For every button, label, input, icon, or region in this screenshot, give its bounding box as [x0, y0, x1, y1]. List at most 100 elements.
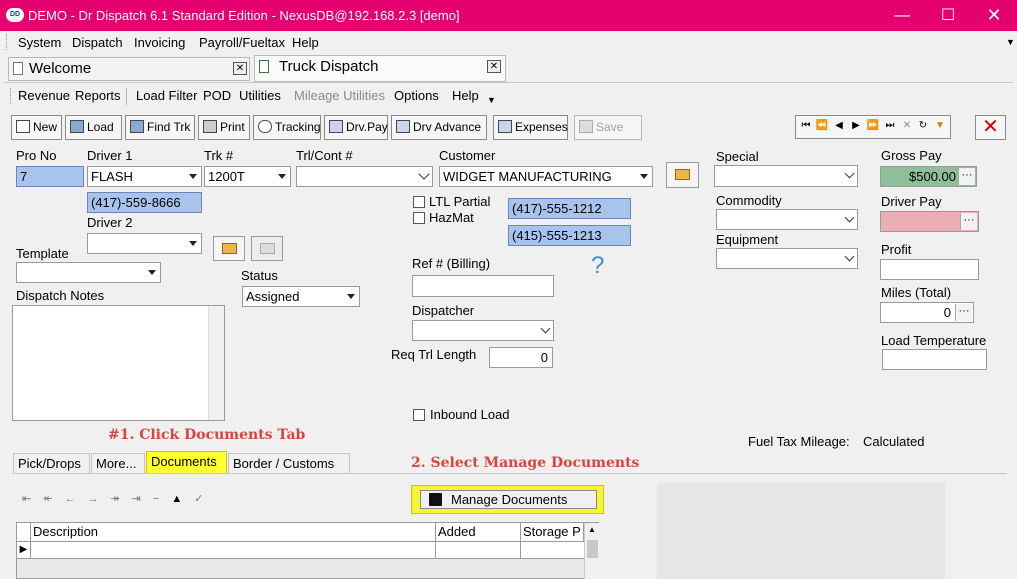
prior-page-doc-icon[interactable]: ↞: [43, 493, 64, 505]
edit-doc-icon[interactable]: ✓: [194, 493, 215, 505]
driver-pay-field[interactable]: ···: [880, 211, 979, 232]
email-driver-button[interactable]: [213, 236, 245, 261]
close-form-button[interactable]: ✕: [975, 115, 1006, 140]
ellipsis-button[interactable]: ···: [960, 213, 977, 230]
tab-more[interactable]: More...: [91, 453, 145, 474]
driver2-select[interactable]: [87, 233, 202, 254]
commodity-select[interactable]: [716, 209, 858, 230]
chevron-down-icon: [278, 174, 286, 179]
ellipsis-button[interactable]: ···: [955, 304, 972, 321]
last-record-icon[interactable]: ⏭: [883, 120, 897, 131]
menu-mileage-utilities[interactable]: Mileage Utilities: [294, 88, 385, 103]
menu-dispatch[interactable]: Dispatch: [72, 35, 123, 50]
menu-revenue[interactable]: Revenue: [18, 88, 70, 103]
maximize-icon[interactable]: ☐: [925, 0, 971, 31]
menu-payroll-fueltax[interactable]: Payroll/Fueltax: [199, 35, 285, 50]
prior-doc-icon[interactable]: ←: [64, 493, 87, 505]
load-button[interactable]: Load: [65, 115, 122, 140]
expenses-button[interactable]: Expenses: [493, 115, 568, 140]
next-page-icon[interactable]: ⏩: [866, 120, 880, 131]
prior-page-icon[interactable]: ⏪: [815, 120, 829, 131]
truck-select[interactable]: 1200T: [204, 166, 291, 187]
equipment-select[interactable]: [716, 248, 858, 269]
insert-doc-icon[interactable]: ▲: [171, 493, 194, 505]
ref-billing-field[interactable]: [412, 275, 554, 297]
first-record-icon[interactable]: ⏮: [799, 120, 813, 131]
next-record-icon[interactable]: ▶: [849, 120, 863, 131]
menu-utilities[interactable]: Utilities: [239, 88, 281, 103]
refresh-icon[interactable]: ↻: [916, 120, 930, 131]
documents-grid[interactable]: Description Added Storage P ▶ ▲: [16, 522, 599, 579]
status-select[interactable]: Assigned: [242, 286, 360, 307]
tracking-button[interactable]: Tracking: [253, 115, 321, 140]
manage-documents-button[interactable]: Manage Documents: [420, 490, 597, 509]
dispatch-notes-textarea[interactable]: [12, 305, 225, 421]
ltl-partial-checkbox[interactable]: [413, 196, 425, 208]
hazmat-checkbox[interactable]: [413, 212, 425, 224]
table-cell[interactable]: [521, 542, 584, 559]
ellipsis-button[interactable]: ···: [958, 168, 975, 185]
cancel-record-icon[interactable]: ✕: [900, 120, 914, 131]
tab-pick-drops[interactable]: Pick/Drops: [13, 453, 90, 474]
menu-overflow-icon[interactable]: ▼: [487, 95, 496, 105]
grid-scrollbar[interactable]: ▲: [584, 523, 599, 579]
tab-border-customs[interactable]: Border / Customs: [228, 453, 350, 474]
dispatcher-select[interactable]: [412, 320, 554, 341]
menu-grip: [6, 34, 8, 50]
menu-load-filter[interactable]: Load Filter: [136, 88, 197, 103]
help-icon[interactable]: ?: [591, 252, 604, 280]
grid-header-storage[interactable]: Storage P: [521, 523, 584, 542]
print-button[interactable]: Print: [198, 115, 250, 140]
first-doc-icon[interactable]: ⇤: [22, 493, 43, 505]
inbound-load-checkbox[interactable]: [413, 409, 425, 421]
tab-close-icon[interactable]: ✕: [487, 60, 501, 73]
menu-reports[interactable]: Reports: [75, 88, 121, 103]
menu-pod[interactable]: POD: [203, 88, 231, 103]
trailer-select[interactable]: [296, 166, 433, 187]
menu-system[interactable]: System: [18, 35, 61, 50]
table-row[interactable]: [31, 542, 436, 559]
drv-advance-button[interactable]: Drv Advance: [391, 115, 487, 140]
menu-overflow-icon[interactable]: ▼: [1006, 37, 1015, 47]
next-doc-icon[interactable]: →: [87, 493, 110, 505]
save-button[interactable]: Save: [574, 115, 642, 140]
close-icon[interactable]: ✕: [971, 0, 1017, 31]
tab-truck-dispatch[interactable]: Truck Dispatch ✕: [254, 55, 506, 82]
tab-welcome[interactable]: Welcome ✕: [8, 57, 250, 81]
menu-invoicing[interactable]: Invoicing: [134, 35, 185, 50]
new-button[interactable]: New: [11, 115, 62, 140]
scrollbar-thumb[interactable]: [587, 540, 598, 558]
miles-total-label: Miles (Total): [881, 285, 952, 300]
grid-header-added[interactable]: Added: [436, 523, 521, 542]
customer-select[interactable]: WIDGET MANUFACTURING: [439, 166, 653, 187]
gross-pay-field[interactable]: $500.00 ···: [880, 166, 977, 187]
template-select[interactable]: [16, 262, 161, 283]
scrollbar[interactable]: [208, 306, 224, 420]
tab-documents[interactable]: Documents: [146, 451, 227, 474]
prior-record-icon[interactable]: ◀: [832, 120, 846, 131]
message-driver-button[interactable]: [251, 236, 283, 261]
load-temperature-field[interactable]: [882, 349, 987, 370]
pro-no-field[interactable]: 7: [16, 166, 84, 187]
menu-help-2[interactable]: Help: [452, 88, 479, 103]
drv-pay-button[interactable]: Drv.Pay: [324, 115, 388, 140]
menu-options[interactable]: Options: [394, 88, 439, 103]
tab-close-icon[interactable]: ✕: [233, 62, 247, 75]
driver1-select[interactable]: FLASH: [87, 166, 202, 187]
chevron-up-icon[interactable]: ▲: [588, 525, 596, 534]
req-trl-length-field[interactable]: 0: [489, 347, 553, 368]
minimize-icon[interactable]: —: [879, 0, 925, 31]
table-cell[interactable]: [436, 542, 521, 559]
next-page-doc-icon[interactable]: ↠: [110, 493, 131, 505]
find-trk-button[interactable]: Find Trk: [125, 115, 195, 140]
menu-help[interactable]: Help: [292, 35, 319, 50]
delete-doc-icon[interactable]: −: [153, 493, 171, 505]
last-doc-icon[interactable]: ⇥: [132, 493, 153, 505]
special-select[interactable]: [714, 165, 858, 187]
miles-total-field[interactable]: 0 ···: [880, 302, 974, 323]
grid-header-description[interactable]: Description: [31, 523, 436, 542]
driver1-label: Driver 1: [87, 148, 133, 163]
chevron-down-icon: [640, 174, 648, 179]
email-customer-button[interactable]: [666, 162, 699, 188]
filter-icon[interactable]: ▼: [933, 120, 947, 131]
